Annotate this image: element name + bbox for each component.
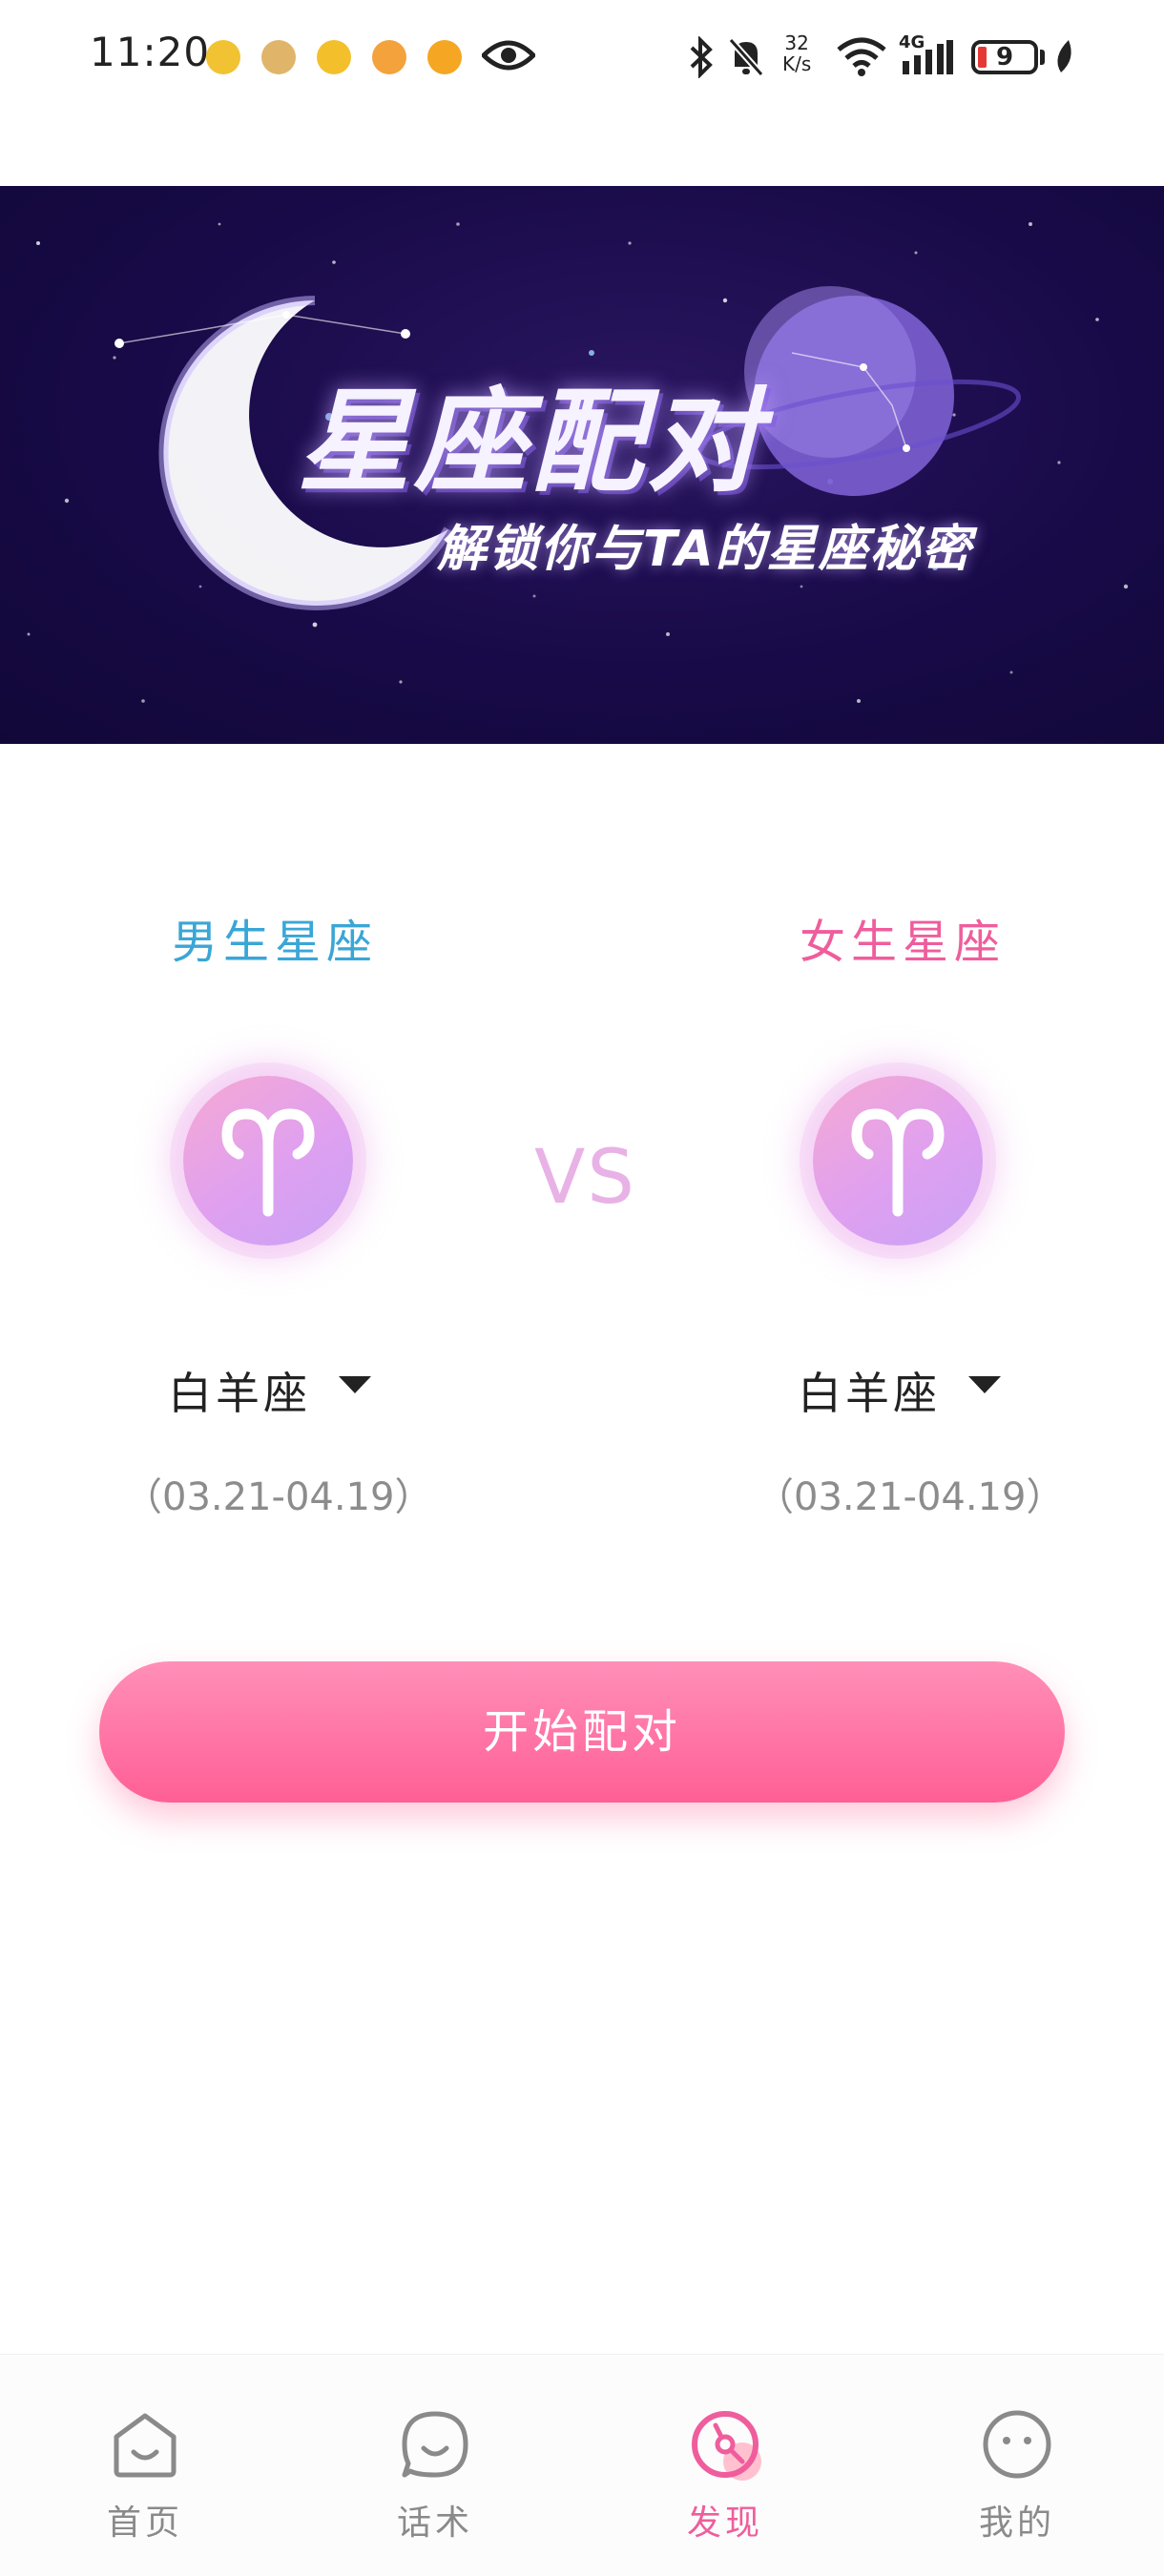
chat-icon	[402, 2411, 468, 2478]
male-sign-date-range: （03.21-04.19）	[124, 1475, 433, 1519]
male-sign-selector[interactable]	[183, 1076, 353, 1246]
nav-label-home: 首页	[106, 2504, 183, 2543]
battery-icon: 9	[971, 40, 1038, 74]
male-sign-dropdown[interactable]: 白羊座	[168, 1359, 311, 1422]
signal-icon	[903, 40, 953, 74]
leaf-icon	[1057, 40, 1071, 72]
bottom-nav: 首页 话术 发现 我的	[0, 2354, 1164, 2576]
banner-subtitle: 解锁你与TA的星座秘密	[437, 521, 973, 578]
female-sign-label: 女生星座	[800, 916, 1007, 969]
nav-item-home[interactable]: 首页	[50, 2355, 240, 2576]
net-speed-unit: K/s	[782, 52, 812, 75]
status-bar: 11:20 32 K/s 4G 9	[0, 0, 1164, 114]
profile-icon	[983, 2410, 1051, 2479]
nav-item-discover[interactable]: 发现	[630, 2355, 821, 2576]
battery-tip	[1040, 50, 1045, 65]
notification-app-icon	[372, 40, 406, 74]
nav-item-profile[interactable]: 我的	[922, 2355, 1112, 2576]
notification-app-icon	[317, 40, 351, 74]
chevron-down-icon[interactable]	[968, 1376, 1001, 1393]
aries-icon	[851, 1108, 945, 1217]
notification-app-icon	[206, 40, 240, 74]
nav-label-chat: 话术	[396, 2504, 473, 2543]
nav-label-profile: 我的	[978, 2504, 1055, 2543]
male-sign-label: 男生星座	[172, 916, 379, 969]
aries-icon	[221, 1108, 315, 1217]
chevron-down-icon[interactable]	[339, 1376, 371, 1393]
nav-label-discover: 发现	[686, 2504, 763, 2543]
banner: 星座配对 解锁你与TA的星座秘密	[0, 186, 1164, 744]
notification-app-icon	[427, 40, 462, 74]
vs-label: VS	[534, 1135, 636, 1221]
net-speed: 32 K/s	[782, 32, 811, 74]
female-sign-date-range: （03.21-04.19）	[756, 1475, 1065, 1519]
notification-app-icon	[261, 40, 296, 74]
mute-bell-icon	[728, 37, 764, 77]
battery-level: 9	[995, 43, 1014, 72]
banner-title: 星座配对	[298, 376, 764, 507]
start-match-button[interactable]: 开始配对	[99, 1661, 1065, 1803]
discover-icon	[692, 2411, 761, 2481]
female-sign-selector[interactable]	[813, 1076, 983, 1246]
status-time: 11:20	[90, 29, 211, 75]
eye-icon	[482, 40, 535, 71]
nav-item-chat[interactable]: 话术	[340, 2355, 530, 2576]
home-icon	[114, 2413, 177, 2478]
bluetooth-icon	[690, 36, 713, 78]
wifi-icon	[837, 37, 886, 76]
female-sign-dropdown[interactable]: 白羊座	[798, 1359, 941, 1422]
net-speed-value: 32	[784, 31, 809, 54]
